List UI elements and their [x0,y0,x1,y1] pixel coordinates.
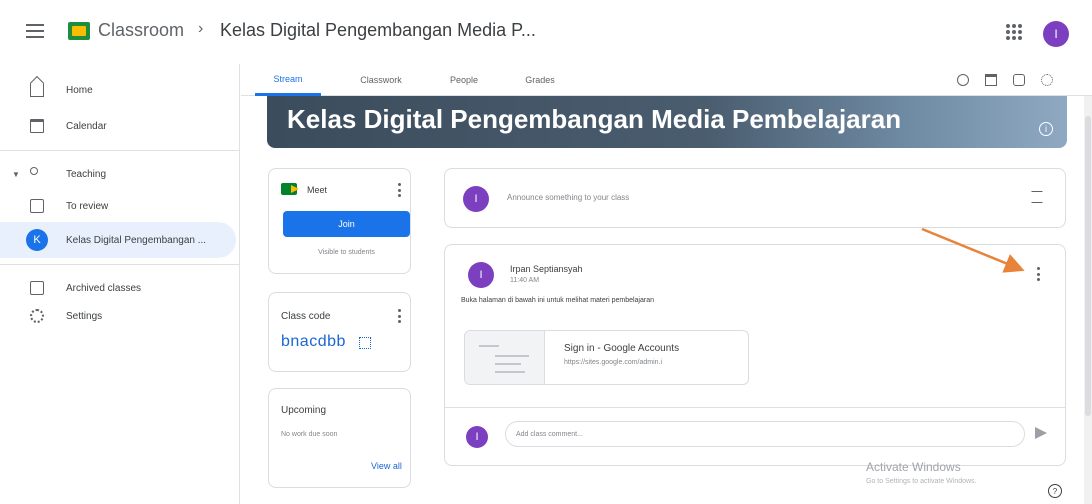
class-badge: K [26,229,48,251]
post-author: Irpan Septiansyah [510,264,583,274]
video-call-icon[interactable] [957,74,969,86]
tab-classwork[interactable]: Classwork [345,64,417,96]
expand-caret-icon[interactable]: ▼ [12,170,20,179]
sidebar-item-label: Archived classes [66,282,142,294]
announce-input[interactable]: Announce something to your class [507,193,629,202]
sidebar-item-label: Kelas Digital Pengembangan ... [66,234,207,246]
comment-avatar: I [466,426,488,448]
visibility-note: Visible to students [318,249,375,256]
sidebar-item-calendar[interactable]: Calendar [0,108,238,144]
account-avatar[interactable]: I [1043,21,1069,47]
breadcrumb-separator: › [198,20,204,37]
meet-more-options-icon[interactable] [397,183,401,197]
class-comment-input[interactable]: Add class comment... [505,421,1025,447]
post-divider [445,407,1065,408]
post-more-options-icon[interactable] [1036,267,1040,281]
avatar: I [463,186,489,212]
upcoming-card: Upcoming No work due soon View all [268,388,411,488]
sidebar-item-label: Calendar [66,120,107,132]
app-title[interactable]: Classroom [98,20,184,41]
sidebar-item-label: Teaching [66,168,107,180]
settings-gear-icon[interactable] [1041,74,1053,86]
tab-stream[interactable]: Stream [255,64,321,96]
class-code-value: bnacdbb [281,333,346,350]
attachment-title: Sign in - Google Accounts [564,343,680,354]
class-code-label: Class code [281,311,331,322]
drive-folder-icon[interactable] [1013,74,1025,86]
sidebar-item-to-review[interactable]: To review [0,188,238,224]
help-icon[interactable]: ? [1048,484,1062,498]
activate-windows-subtitle: Go to Settings to activate Windows. [866,478,977,485]
archive-icon [30,281,44,295]
post-body: Buka halaman di bawah ini untuk melihat … [461,297,654,304]
attachment-thumbnail [465,331,545,384]
activate-windows-title: Activate Windows [866,460,961,474]
to-review-icon [30,199,44,213]
main-menu-icon[interactable] [26,24,44,38]
meet-logo-icon [281,183,299,195]
sidebar: Home Calendar ▼ Teaching To review K Kel… [0,64,240,504]
tab-grades[interactable]: Grades [513,64,567,96]
page-scrollbar[interactable] [1084,96,1092,504]
class-title: Kelas Digital Pengembangan Media Pembela… [287,104,902,134]
fullscreen-expand-icon[interactable] [359,337,371,349]
annotation-arrow [921,227,1025,273]
sidebar-item-settings[interactable]: Settings [0,298,238,334]
sidebar-divider [0,150,240,151]
meet-card: Meet Join Visible to students [268,168,411,274]
google-apps-icon[interactable] [1006,24,1022,40]
sidebar-item-label: Home [66,84,93,96]
tab-bar: Stream Classwork People Grades [241,64,1092,96]
join-button[interactable]: Join [283,211,410,237]
teaching-icon [30,167,38,175]
meet-label: Meet [307,185,328,195]
view-all-link[interactable]: View all [371,461,402,471]
info-icon[interactable]: i [1039,122,1053,136]
sidebar-item-label: To review [66,200,109,212]
calendar-icon[interactable] [985,74,997,86]
sidebar-item-home[interactable]: Home [0,72,238,108]
announce-box[interactable]: I Announce something to your class [444,168,1066,228]
sidebar-item-teaching[interactable]: ▼ Teaching [0,156,238,192]
sidebar-divider [0,264,240,265]
sidebar-item-class[interactable]: K Kelas Digital Pengembangan ... [0,222,236,258]
gear-icon [30,309,44,323]
attachment-url: https://sites.google.com/admin.i [564,359,663,366]
tab-people[interactable]: People [437,64,491,96]
sidebar-item-label: Settings [66,310,103,322]
class-code-card: Class code bnacdbb [268,292,411,372]
home-icon [30,83,44,97]
reuse-post-icon[interactable] [1031,191,1043,203]
class-banner: Kelas Digital Pengembangan Media Pembela… [267,96,1067,148]
upcoming-title: Upcoming [281,405,327,416]
classroom-logo-icon[interactable] [68,22,90,40]
breadcrumb-class-name: Kelas Digital Pengembangan Media P... [220,20,536,40]
send-icon[interactable] [1035,427,1047,439]
class-code-more-options-icon[interactable] [397,309,401,323]
calendar-icon [30,119,44,133]
top-bar: Classroom › Kelas Digital Pengembangan M… [0,0,1092,64]
author-avatar: I [468,262,494,288]
post-timestamp: 11:40 AM [510,277,540,284]
upcoming-note: No work due soon [281,431,338,438]
link-attachment[interactable]: Sign in - Google Accounts https://sites.… [464,330,749,385]
